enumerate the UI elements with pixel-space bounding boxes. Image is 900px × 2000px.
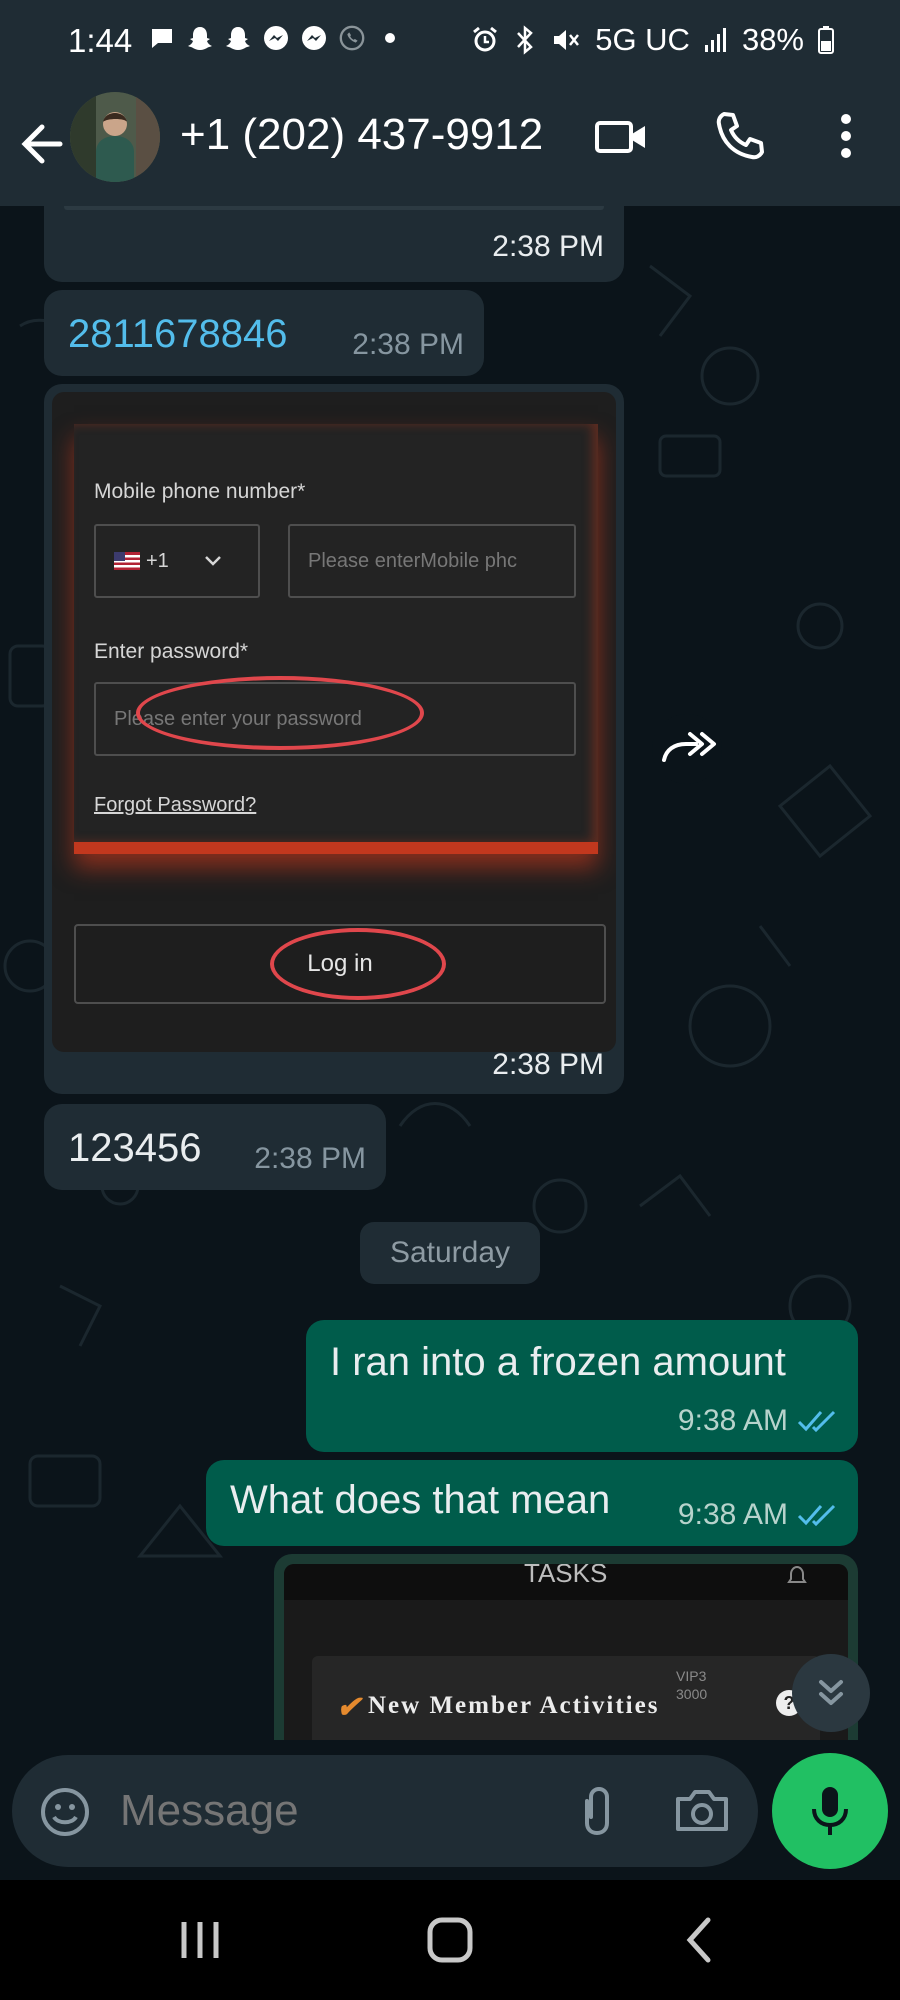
chat-header: +1 (202) 437-9912 [0,82,900,206]
activity-card: VIP3 3000 ✔ New Member Activities ? [312,1656,820,1740]
message-text: What does that mean [230,1478,611,1522]
message-input[interactable] [120,1781,540,1841]
camera-icon [676,1790,728,1831]
red-circle-annotation [136,676,424,750]
forward-double-arrow-icon [662,732,716,762]
vip-label: VIP3 [676,1668,707,1684]
message-list[interactable]: 2:38 PM 2811678846 2:38 PM Mobile phone … [0,206,900,1740]
tasks-title: TASKS [524,1564,608,1588]
message-bubble-outgoing[interactable]: What does that mean 9:38 AM [206,1460,858,1546]
double-check-icon [797,1410,836,1433]
home-icon [427,1917,473,1963]
recent-apps-icon [181,1922,219,1958]
message-meta: 9:38 AM [678,1404,838,1438]
status-time: 1:44 [68,22,133,59]
contact-name[interactable]: +1 (202) 437-9912 [180,110,543,160]
network-type: 5G UC [595,22,690,57]
alarm-icon [473,26,498,52]
message-time: 2:38 PM [352,328,464,361]
double-chevron-down-icon [819,1680,843,1705]
message-text: 123456 [68,1126,202,1170]
signal-icon [704,28,726,52]
whatsapp-icon [338,24,366,52]
message-meta: 9:38 AM [678,1498,838,1532]
video-call-button[interactable] [592,106,652,166]
avatar[interactable] [70,92,160,182]
messenger-icon [262,24,290,52]
paperclip-icon [585,1786,609,1836]
emoji-button[interactable] [38,1785,92,1839]
message-text: I ran into a frozen amount [330,1340,786,1384]
video-camera-icon [595,121,645,153]
mobile-number-field: Please enterMobile phc [288,524,576,598]
message-time: 2:38 PM [492,1048,604,1081]
vip-amount: 3000 [676,1686,708,1702]
country-code: +1 [146,549,169,572]
mute-icon [554,30,580,50]
snapchat-icon [224,24,252,52]
chevron-down-icon [204,556,221,566]
system-status-icons: 5G UC 38% [471,22,834,58]
us-flag-icon [114,552,140,570]
more-notifications-dot-icon [376,24,404,52]
forgot-password-link: Forgot Password? [94,794,257,816]
message-notification-icon [148,24,176,52]
notification-icons [148,24,404,52]
bluetooth-icon [517,25,534,55]
voice-message-button[interactable] [772,1753,888,1869]
system-navigation-bar [0,1880,900,2000]
phone-icon [716,112,764,160]
scroll-to-bottom-button[interactable] [792,1654,870,1732]
message-bubble-image[interactable]: TASKS VIP3 3000 ✔ New Member Activities … [274,1554,858,1740]
double-check-icon [797,1504,836,1527]
voice-call-button[interactable] [710,106,770,166]
message-time: 9:38 AM [677,1404,788,1437]
message-bubble-image[interactable]: Mobile phone number* +1 Please enterMobi… [44,384,624,1094]
country-code-select: +1 [94,524,260,598]
message-time: 9:38 AM [677,1498,788,1531]
password-label: Enter password* [94,640,249,663]
message-bubble-incoming[interactable]: 123456 2:38 PM [44,1104,386,1190]
day-separator: Saturday [360,1222,540,1284]
mobile-number-label: Mobile phone number* [94,480,306,503]
back-nav-button[interactable] [670,1912,730,1968]
battery-icon [818,26,834,54]
recent-apps-button[interactable] [170,1914,230,1966]
message-bubble-incoming[interactable]: 2811678846 2:38 PM [44,290,484,376]
activity-check-icon: ✔ [336,1691,362,1724]
image-bottom-edge [64,206,604,210]
emoji-icon [41,1788,89,1836]
more-vertical-icon [841,114,851,158]
microphone-icon [812,1787,848,1835]
arrow-left-icon [21,124,63,164]
message-bubble-outgoing[interactable]: I ran into a frozen amount 9:38 AM [306,1320,858,1452]
red-circle-annotation [270,928,446,1000]
snapchat-icon [186,24,214,52]
message-time: 2:38 PM [254,1142,366,1175]
activity-title: New Member Activities [368,1692,660,1719]
attach-button[interactable] [568,1783,624,1839]
message-bubble-incoming[interactable]: 2:38 PM [44,206,624,282]
back-button[interactable] [18,114,66,174]
message-time: 2:38 PM [492,230,604,263]
camera-button[interactable] [672,1783,732,1839]
battery-percent: 38% [741,22,804,57]
tasks-screenshot-image[interactable]: TASKS VIP3 3000 ✔ New Member Activities … [284,1564,848,1740]
whatsapp-chat-screen: 1:44 5G UC 38% +1 (202) 437-9912 2:38 PM… [0,0,900,2000]
bell-icon [787,1565,807,1583]
messenger-icon [300,24,328,52]
tasks-top-bar: TASKS [284,1564,848,1600]
chevron-left-icon [686,1917,711,1963]
login-screenshot-image[interactable]: Mobile phone number* +1 Please enterMobi… [52,392,616,1052]
home-button[interactable] [418,1910,482,1970]
message-composer [12,1755,758,1867]
login-form-panel: Mobile phone number* +1 Please enterMobi… [74,424,598,854]
message-phone-link[interactable]: 2811678846 [68,312,288,357]
overflow-menu-button[interactable] [816,106,876,166]
forward-button[interactable] [652,714,722,784]
status-bar: 1:44 5G UC 38% [0,0,900,82]
